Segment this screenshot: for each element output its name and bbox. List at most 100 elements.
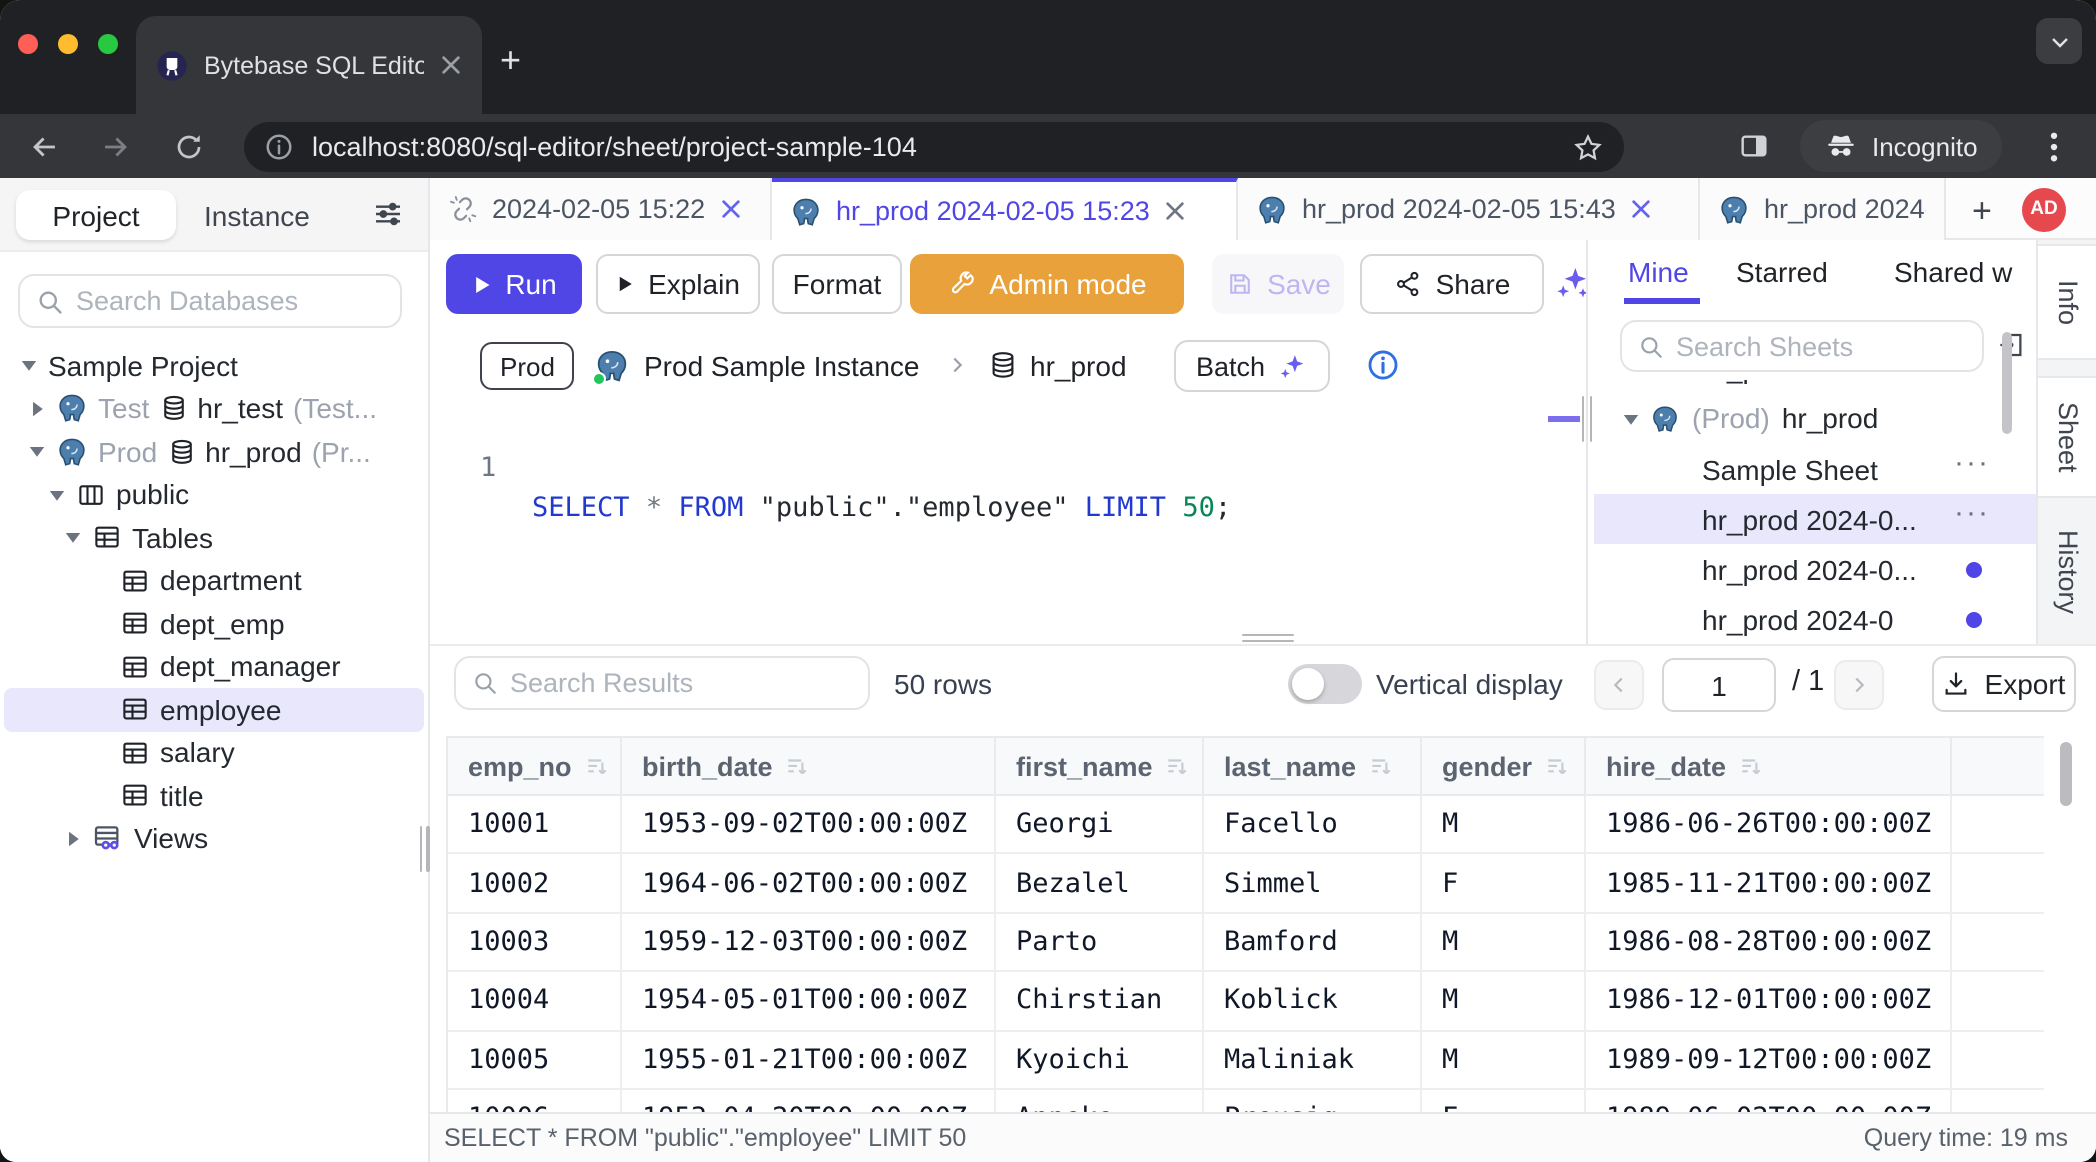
browser-tab[interactable]: Bytebase SQL Editor — [136, 16, 482, 114]
cell-birth_date[interactable]: 1955-01-21T00:00:00Z — [622, 1031, 996, 1088]
tab-mine[interactable]: Mine — [1628, 256, 1689, 288]
tree-item-hr-test[interactable]: Testhr_test(Test... — [4, 387, 424, 430]
cell-gender[interactable]: M — [1422, 972, 1586, 1029]
tree-item-sample-project[interactable]: Sample Project — [4, 344, 424, 387]
sheet-menu-icon[interactable]: ··· — [1954, 496, 1990, 530]
chevron-down-icon[interactable] — [48, 486, 66, 504]
export-button[interactable]: Export — [1932, 656, 2076, 712]
results-resize-handle[interactable] — [1242, 639, 1294, 642]
cell-emp_no[interactable]: 10006 — [448, 1090, 622, 1114]
tree-item-title[interactable]: title — [4, 774, 424, 817]
sheet-item-3[interactable]: hr_prod 2024-0 — [1594, 594, 2036, 644]
cell-hire_date[interactable]: 1986-06-26T00:00:00Z — [1586, 796, 1952, 853]
share-button[interactable]: Share — [1360, 254, 1544, 314]
cell-first_name[interactable]: Kyoichi — [996, 1031, 1204, 1088]
cell-last_name[interactable]: Simmel — [1204, 855, 1422, 912]
tab-shared[interactable]: Shared w — [1894, 256, 2012, 288]
editor-tab-0[interactable]: 2024-02-05 15:22 — [430, 178, 772, 240]
sheet-item-0[interactable]: Sample Sheet··· — [1594, 444, 2036, 494]
results-search[interactable] — [454, 656, 870, 710]
sheet-item-1[interactable]: hr_prod 2024-0...··· — [1594, 494, 2036, 544]
table-row-4[interactable]: 100051955-01-21T00:00:00ZKyoichiMaliniak… — [448, 1031, 2044, 1090]
minimize-window-button[interactable] — [58, 34, 78, 54]
cell-birth_date[interactable]: 1959-12-03T00:00:00Z — [622, 914, 996, 971]
cell-last_name[interactable]: Facello — [1204, 796, 1422, 853]
sort-icon[interactable] — [1368, 753, 1394, 779]
cell-gender[interactable]: M — [1422, 796, 1586, 853]
table-row-5[interactable]: 100061953-04-20T00:00:00ZAnnekePreusigF1… — [448, 1090, 2044, 1114]
tab-history[interactable]: History — [2038, 504, 2096, 640]
cell-last_name[interactable]: Bamford — [1204, 914, 1422, 971]
tab-info[interactable]: Info — [2038, 244, 2096, 360]
cell-birth_date[interactable]: 1953-09-02T00:00:00Z — [622, 796, 996, 853]
next-page-button[interactable] — [1834, 660, 1884, 710]
cell-emp_no[interactable]: 10003 — [448, 914, 622, 971]
cell-birth_date[interactable]: 1954-05-01T00:00:00Z — [622, 972, 996, 1029]
table-row-2[interactable]: 100031959-12-03T00:00:00ZPartoBamfordM19… — [448, 914, 2044, 973]
tree-item-salary[interactable]: salary — [4, 731, 424, 774]
admin-mode-button[interactable]: Admin mode — [910, 254, 1184, 314]
user-avatar[interactable]: AD — [2022, 187, 2066, 231]
database-search[interactable] — [18, 274, 402, 328]
reload-button[interactable] — [174, 131, 204, 161]
chevron-down-icon[interactable] — [28, 443, 46, 461]
results-search-input[interactable] — [510, 668, 852, 698]
cell-hire_date[interactable]: 1989-09-12T00:00:00Z — [1586, 1031, 1952, 1088]
editor-tab-2[interactable]: hr_prod 2024-02-05 15:43 — [1238, 178, 1700, 240]
database-name[interactable]: hr_prod — [1030, 350, 1127, 382]
chevron-down-icon[interactable] — [64, 529, 82, 547]
run-button[interactable]: Run — [446, 254, 582, 314]
tab-sheet[interactable]: Sheet — [2038, 376, 2096, 498]
sort-icon[interactable] — [1738, 753, 1764, 779]
chevron-down-icon[interactable] — [20, 357, 38, 375]
sheet-list-scrollbar[interactable] — [2002, 332, 2012, 434]
column-header-hire_date[interactable]: hire_date — [1586, 738, 1952, 794]
tab-close-icon[interactable] — [440, 54, 462, 76]
site-info-icon[interactable] — [264, 132, 294, 162]
sort-icon[interactable] — [584, 753, 610, 779]
back-button[interactable] — [28, 130, 62, 164]
info-icon[interactable] — [1366, 348, 1400, 382]
cell-emp_no[interactable]: 10005 — [448, 1031, 622, 1088]
sheet-search-input[interactable] — [1676, 331, 1966, 361]
cell-hire_date[interactable]: 1986-08-28T00:00:00Z — [1586, 914, 1952, 971]
chevron-right-icon[interactable] — [28, 400, 46, 418]
cell-first_name[interactable]: Parto — [996, 914, 1204, 971]
tab-search-button[interactable] — [2036, 18, 2082, 64]
cell-hire_date[interactable]: 1989-06-02T00:00:00Z — [1586, 1090, 1952, 1114]
cell-emp_no[interactable]: 10001 — [448, 796, 622, 853]
cell-birth_date[interactable]: 1953-04-20T00:00:00Z — [622, 1090, 996, 1114]
close-tab-icon[interactable] — [719, 198, 741, 220]
forward-button[interactable] — [98, 130, 132, 164]
cell-gender[interactable]: F — [1422, 1090, 1586, 1114]
chevron-right-icon[interactable] — [64, 830, 82, 848]
sheet-menu-icon[interactable]: ··· — [1954, 446, 1990, 480]
close-tab-icon[interactable] — [1164, 200, 1186, 222]
column-header-last_name[interactable]: last_name — [1204, 738, 1422, 794]
tree-item-department[interactable]: department — [4, 559, 424, 602]
tab-project[interactable]: Project — [16, 190, 176, 240]
tree-item-hr-prod[interactable]: Prodhr_prod(Pr... — [4, 430, 424, 473]
column-header-birth_date[interactable]: birth_date — [622, 738, 996, 794]
explain-button[interactable]: Explain — [596, 254, 760, 314]
panel-divider[interactable] — [1586, 240, 1588, 644]
sort-icon[interactable] — [785, 753, 811, 779]
tree-item-dept-manager[interactable]: dept_manager — [4, 645, 424, 688]
prev-page-button[interactable] — [1594, 660, 1644, 710]
tree-item-public[interactable]: public — [4, 473, 424, 516]
zoom-window-button[interactable] — [98, 34, 118, 54]
cell-first_name[interactable]: Bezalel — [996, 855, 1204, 912]
editor-tab-3[interactable]: hr_prod 2024-0 — [1700, 178, 1946, 240]
cell-last_name[interactable]: Koblick — [1204, 972, 1422, 1029]
cell-emp_no[interactable]: 10004 — [448, 972, 622, 1029]
column-header-emp_no[interactable]: emp_no — [448, 738, 622, 794]
cell-first_name[interactable]: Georgi — [996, 796, 1204, 853]
sheet-item-2[interactable]: hr_prod 2024-0... — [1594, 544, 2036, 594]
column-header-gender[interactable]: gender — [1422, 738, 1586, 794]
cell-gender[interactable]: F — [1422, 855, 1586, 912]
browser-menu-icon[interactable] — [2050, 132, 2058, 162]
tab-starred[interactable]: Starred — [1736, 256, 1828, 288]
bookmark-star-icon[interactable] — [1572, 131, 1604, 163]
url-bar[interactable]: localhost:8080/sql-editor/sheet/project-… — [244, 122, 1624, 172]
sort-icon[interactable] — [1544, 753, 1570, 779]
